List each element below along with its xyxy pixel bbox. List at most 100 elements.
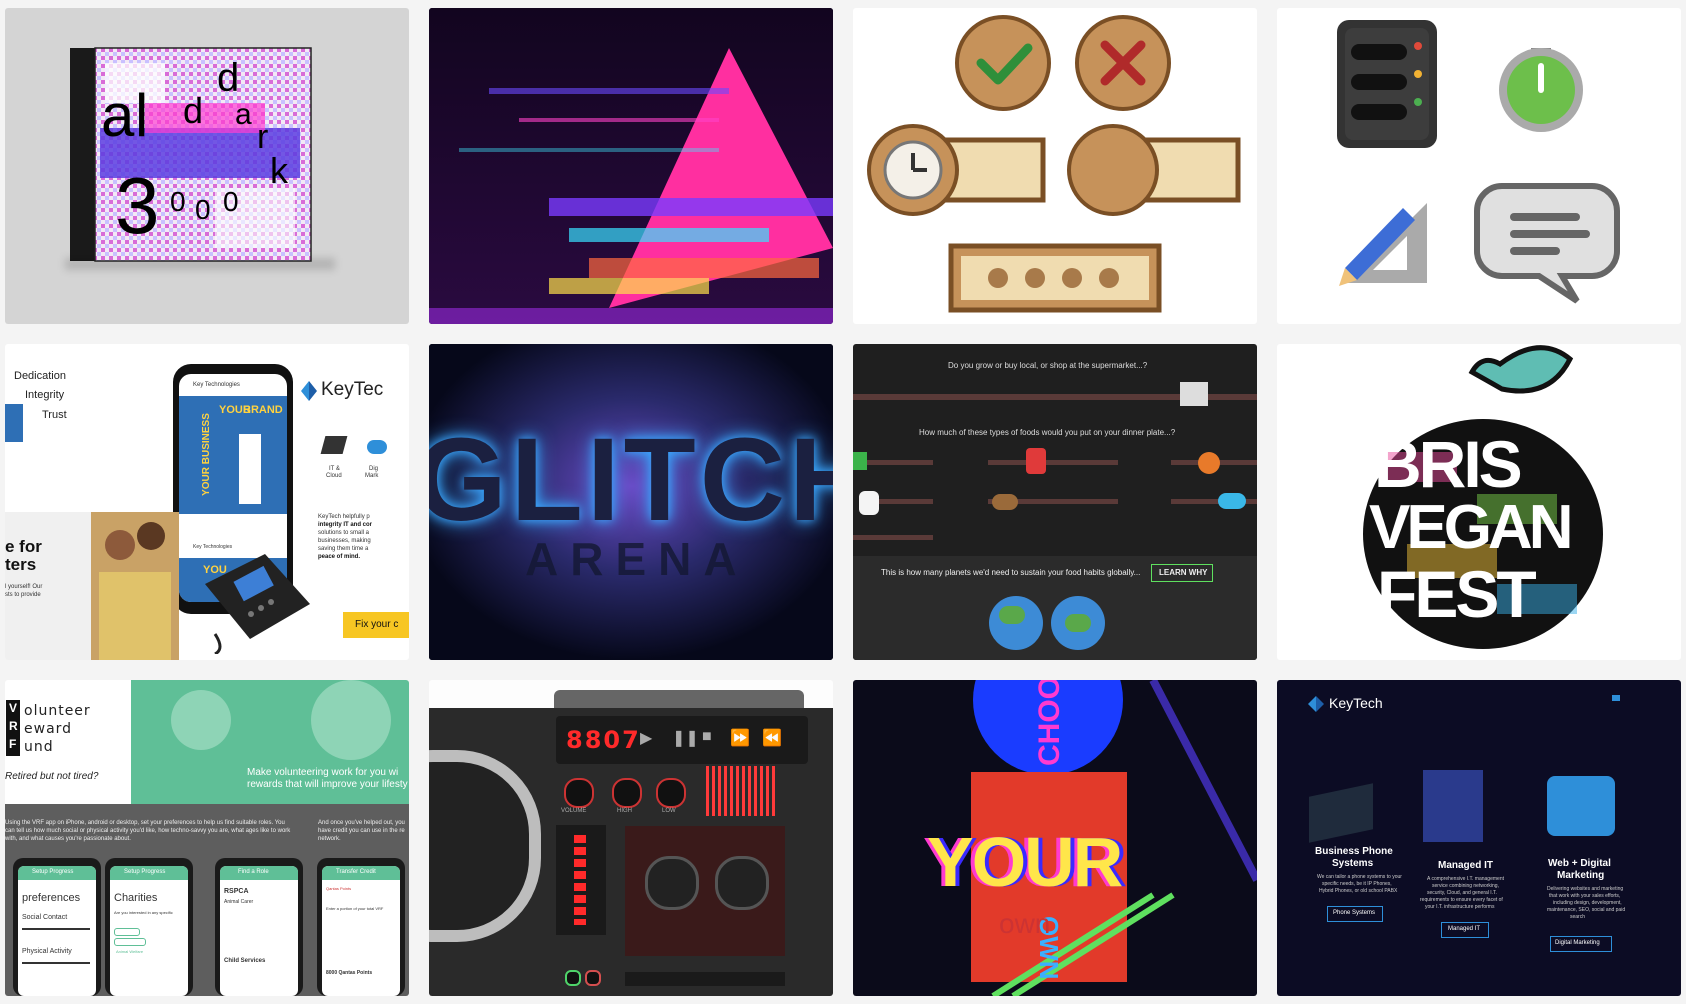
album-letter-k: k	[270, 150, 288, 191]
brand-tagline-1: l yourself! Our	[5, 584, 43, 590]
tile-boombox[interactable]: 8807 ▶ ❚❚ ■ ⏩ ⏪ VOLUME HIGH LOW	[429, 680, 833, 996]
pause-button[interactable]: ❚❚	[672, 728, 699, 748]
volume-label: VOLUME	[561, 808, 587, 814]
album-digit-0c: 0	[223, 186, 239, 217]
digital-marketing-button[interactable]: Digital Marketing	[1550, 936, 1612, 952]
power-light	[565, 970, 581, 986]
vrf-letter-f: F	[9, 737, 17, 751]
managed-it-icon	[1423, 770, 1483, 842]
vrf-phone-row: Animal Welfare	[116, 949, 144, 954]
volume-knob[interactable]	[564, 778, 594, 808]
food-slider-meat[interactable]	[988, 460, 1118, 465]
vrf-body-line: with, and what causes you're passionate …	[5, 836, 131, 842]
vrf-phone-row: Child Services	[224, 958, 266, 964]
service-desc-1: We can tailor a phone systems to your	[1317, 874, 1402, 880]
vrf-phone-row: Physical Activity	[22, 948, 72, 955]
vrf-phone-row: Social Contact	[22, 914, 68, 921]
tile-vrf-app[interactable]: V R F olunteer eward und Retired but not…	[5, 680, 409, 996]
service-title-2: Managed IT	[1438, 860, 1494, 871]
laptop-icon	[320, 436, 348, 454]
cassette-deck	[625, 826, 785, 956]
forward-button[interactable]: ⏩	[730, 728, 750, 748]
phone-header: Key Technologies	[193, 382, 240, 388]
food-slider-veg[interactable]	[863, 460, 933, 465]
high-knob[interactable]	[612, 778, 642, 808]
service-desc-2: security, Cloud, and general I.T.	[1427, 890, 1497, 896]
nuts-icon	[992, 494, 1018, 510]
vrf-phone-big: Charities	[114, 892, 158, 904]
vrf-phone-header: Setup Progress	[124, 869, 166, 875]
vrf-phone-1: Setup Progress preferences Social Contac…	[13, 858, 101, 996]
fix-your-button[interactable]: Fix your c	[343, 612, 409, 638]
web-marketing-icon	[1547, 776, 1615, 836]
managed-it-button[interactable]: Managed IT	[1441, 922, 1489, 938]
low-knob[interactable]	[656, 778, 686, 808]
equalizer	[706, 766, 776, 816]
tile-glitch-triangle[interactable]	[429, 8, 833, 324]
food-question-1: Do you grow or buy local, or shop at the…	[948, 361, 1148, 370]
own-small: own	[999, 908, 1051, 939]
rewind-button[interactable]: ⏪	[762, 728, 782, 748]
food-slider-extra[interactable]	[853, 535, 933, 540]
brand-tagline-2: sts to provide	[5, 592, 41, 598]
vrf-phone-header: Transfer Credit	[336, 869, 376, 875]
vrf-body-line: can tell us how much social or physical …	[5, 828, 291, 834]
service-desc-2: service combining networking,	[1432, 883, 1499, 889]
tile-food-quiz[interactable]: Do you grow or buy local, or shop at the…	[853, 344, 1257, 660]
bris-line-3: FEST	[1377, 557, 1537, 631]
icon1-label: IT &	[329, 466, 340, 472]
tile-keytech-brand[interactable]: Dedication Integrity Trust Key Technolog…	[5, 344, 409, 660]
vrf-body-line: Using the VRF app on iPhone, android or …	[5, 820, 285, 826]
stop-button[interactable]: ■	[702, 728, 712, 746]
keytech-web-logo-text: KeyTech	[1329, 695, 1383, 711]
phone-brand: BRAND	[243, 404, 283, 416]
tile-choose-your[interactable]: YOUR CHOO OWN own	[853, 680, 1257, 996]
album-letter-r: r	[257, 118, 269, 156]
tile-album-cover[interactable]: a l d d a r k 3 0 0 0	[5, 8, 409, 324]
record-light	[585, 970, 601, 986]
phone-systems-button[interactable]: Phone Systems	[1327, 906, 1383, 922]
tile-keytech-web[interactable]: KeyTech Business Phone Systems We can ta…	[1277, 680, 1681, 996]
boombox-control-bar: 8807 ▶ ❚❚ ■ ⏩ ⏪	[556, 716, 808, 764]
menu-icon[interactable]	[1612, 695, 1620, 701]
phone-business: YOUR BUSINESS	[200, 413, 212, 496]
bris-line-1: BRIS	[1374, 427, 1523, 501]
stopwatch-icon	[1499, 48, 1583, 132]
vrf-word-fund: und	[24, 739, 54, 755]
icon1-label-b: Cloud	[326, 473, 342, 479]
deck-buttons[interactable]	[625, 972, 785, 986]
tile-flat-icons[interactable]	[1277, 8, 1681, 324]
vrf-letter-v: V	[9, 701, 18, 715]
fish-icon	[1218, 493, 1246, 509]
vrf-phone-row: 8000 Qantas Points	[326, 970, 373, 976]
chat-bubble-icon	[1474, 183, 1620, 304]
family-photo	[91, 512, 179, 660]
album-digit-0a: 0	[170, 186, 186, 217]
learn-why-button[interactable]: LEARN WHY	[1151, 564, 1213, 582]
managed-it-button-label: Managed IT	[1448, 926, 1481, 932]
album-letter-d2: d	[183, 90, 204, 131]
tile-bris-vegan-fest[interactable]: BRIS VEGAN FEST	[1277, 344, 1681, 660]
icon2-label: Dig	[369, 466, 379, 472]
tile-wood-buttons[interactable]	[853, 8, 1257, 324]
play-button[interactable]: ▶	[640, 728, 652, 748]
chicken-icon	[859, 491, 879, 515]
service-title-1: Business Phone	[1315, 846, 1393, 857]
phone-systems-button-label: Phone Systems	[1333, 910, 1376, 916]
food-result-text: This is how many planets we'd need to su…	[881, 568, 1141, 577]
keytech-logo-icon	[301, 381, 317, 401]
bris-line-2: VEGAN	[1369, 493, 1573, 562]
your-headline: YOUR	[927, 823, 1123, 901]
truck-icon[interactable]	[1180, 382, 1208, 406]
glitch-triangle-art	[429, 8, 833, 324]
service-desc-1: specific needs, be it IP Phones,	[1322, 881, 1392, 887]
vrf-phone-4: Transfer Credit Qantas Points Enter a po…	[317, 858, 405, 996]
brand-para-line: KeyTech helpfully p	[318, 514, 370, 520]
album-letter-a2: a	[235, 98, 252, 131]
service-desc-2: A comprehensive I.T. management	[1427, 876, 1504, 882]
pencil-ruler-icon	[1339, 203, 1427, 286]
vrf-phone-row: Are you interested in any specific	[114, 910, 173, 915]
tile-glitch-arena[interactable]: GLITCH ARENA	[429, 344, 833, 660]
choo-vertical: CHOO	[1033, 680, 1066, 766]
service-desc-2: requirements to ensure every facet of	[1420, 897, 1503, 903]
